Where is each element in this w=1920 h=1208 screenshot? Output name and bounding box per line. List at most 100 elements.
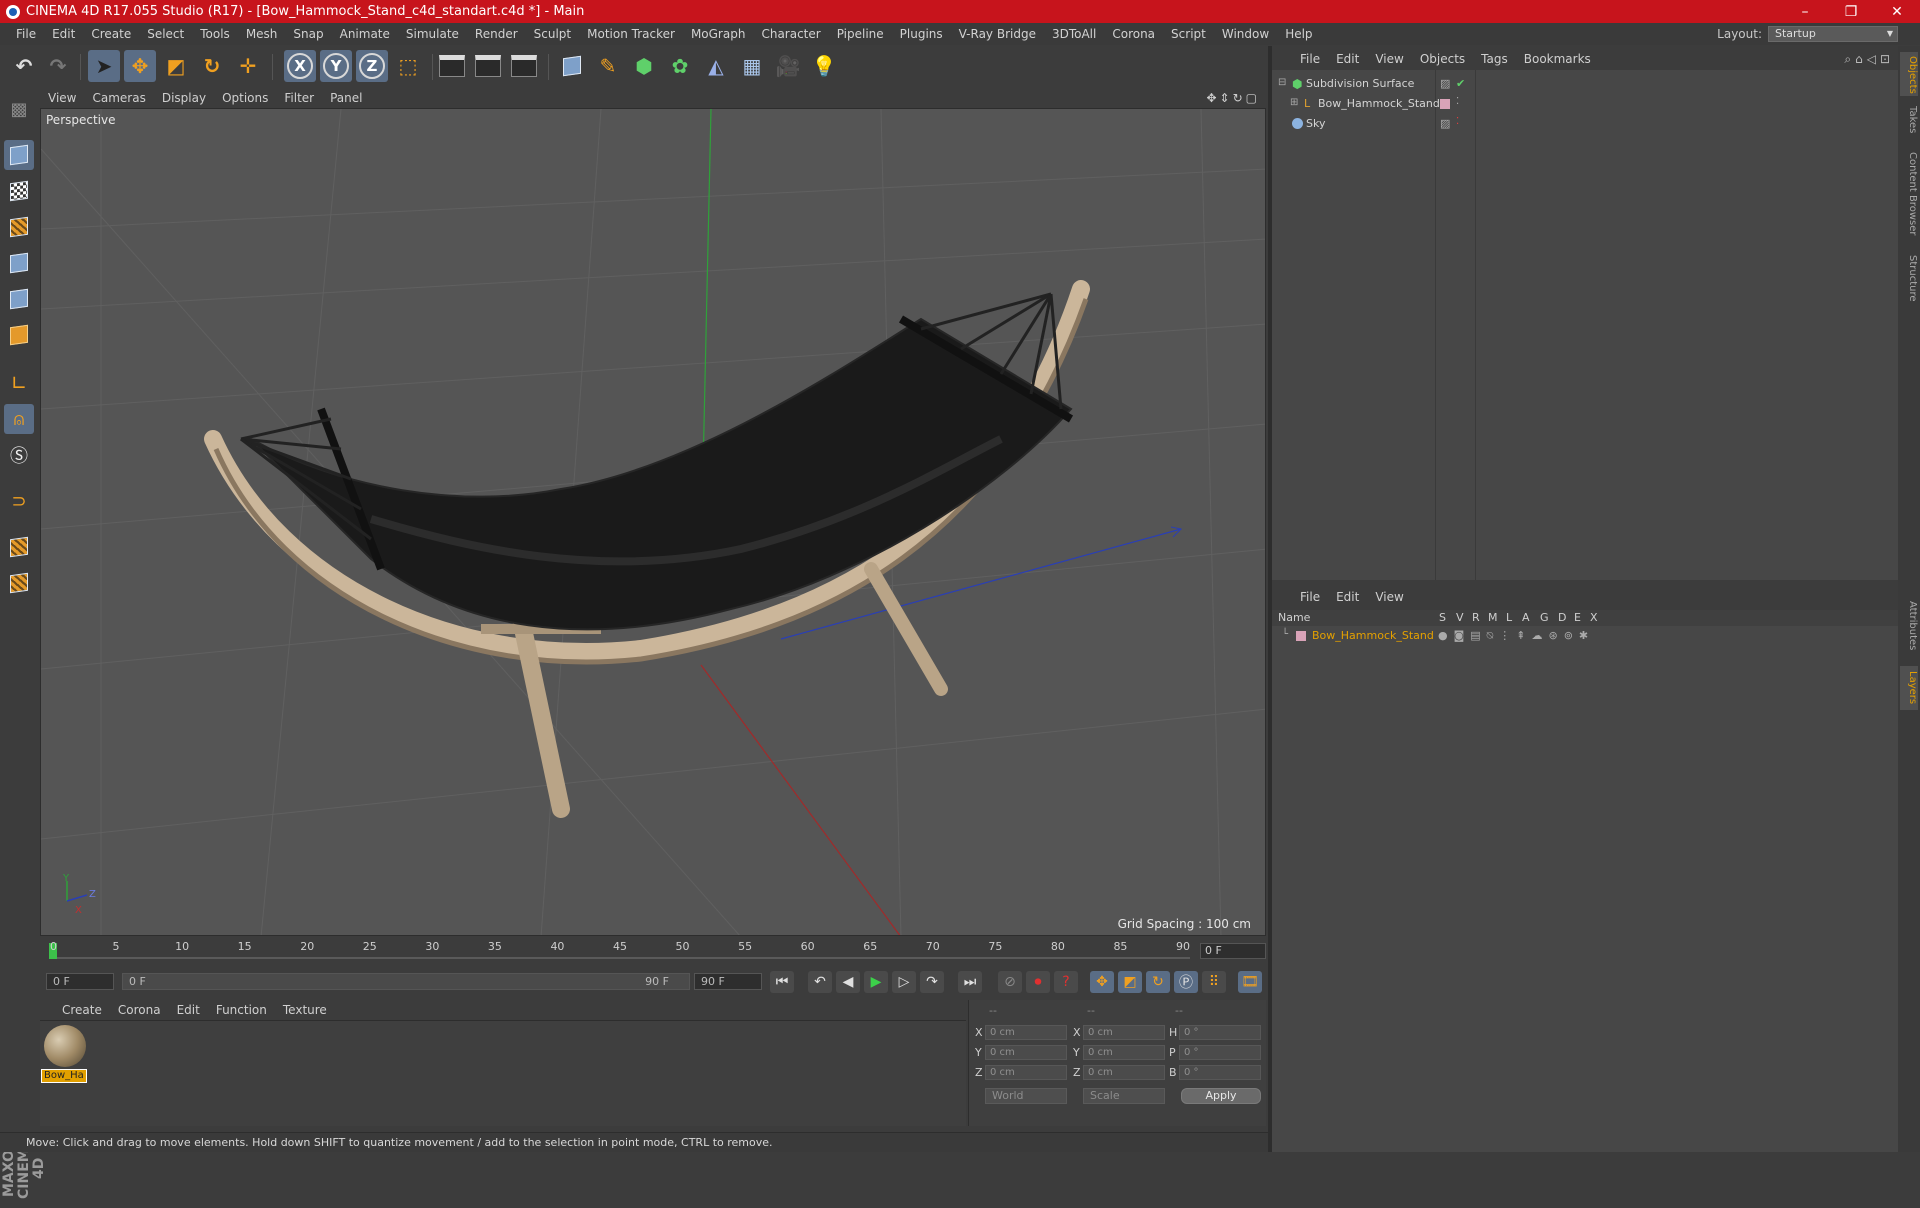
menu-pipeline[interactable]: Pipeline <box>829 27 892 41</box>
add-light-button[interactable]: 💡 <box>808 50 840 82</box>
collapse-icon[interactable]: ⊟ <box>1278 77 1286 88</box>
lock-z-axis-button[interactable]: Z <box>356 50 388 82</box>
render-picture-viewer-button[interactable] <box>472 50 504 82</box>
menu-create[interactable]: Create <box>83 27 139 41</box>
autokeying-button[interactable]: ? <box>1054 971 1078 993</box>
perspective-viewport[interactable]: Perspective Y Z X Grid Spacing : 100 cm <box>40 108 1266 936</box>
go-to-previous-key-button[interactable]: ↶ <box>808 971 832 993</box>
size-y-field[interactable]: 0 cm <box>1083 1045 1165 1060</box>
viewport-menu-panel[interactable]: Panel <box>322 91 370 105</box>
position-z-field[interactable]: 0 cm <box>985 1065 1067 1080</box>
model-mode-button[interactable] <box>4 140 34 170</box>
end-frame-field[interactable]: 90 F <box>694 973 762 990</box>
texture-mode-button[interactable] <box>4 176 34 206</box>
size-mode-dropdown[interactable]: Scale <box>1083 1088 1165 1104</box>
add-deformer-button[interactable]: ◭ <box>700 50 732 82</box>
lock-workplane-button[interactable] <box>4 532 34 562</box>
tab-takes[interactable]: Takes <box>1900 100 1918 140</box>
add-cube-button[interactable] <box>556 50 588 82</box>
menu-sculpt[interactable]: Sculpt <box>526 27 579 41</box>
menu-mograph[interactable]: MoGraph <box>683 27 754 41</box>
render-view-button[interactable] <box>436 50 468 82</box>
axis-mode-button[interactable]: ∟ <box>4 368 34 398</box>
coordinate-space-dropdown[interactable]: World <box>985 1088 1067 1104</box>
menu-motion-tracker[interactable]: Motion Tracker <box>579 27 683 41</box>
material-menu-function[interactable]: Function <box>208 1003 275 1017</box>
menu-plugins[interactable]: Plugins <box>892 27 951 41</box>
viewport-menu-filter[interactable]: Filter <box>276 91 322 105</box>
tab-objects[interactable]: Objects <box>1900 52 1918 96</box>
viewport-navigation-icons[interactable]: ✥⇕↻▢ <box>1206 91 1266 105</box>
undo-button[interactable]: ↶ <box>8 50 40 82</box>
material-menu-texture[interactable]: Texture <box>275 1003 335 1017</box>
object-row-sky[interactable]: Sky ▨ ⁚ <box>1272 114 1898 134</box>
snap-button[interactable]: ⊃ <box>4 486 34 516</box>
add-spline-button[interactable]: ✎ <box>592 50 624 82</box>
menu-mesh[interactable]: Mesh <box>238 27 286 41</box>
layer-color-swatch[interactable] <box>1440 99 1450 109</box>
tab-layers[interactable]: Layers <box>1900 666 1918 710</box>
edges-mode-button[interactable] <box>4 284 34 314</box>
timeline-window-button[interactable]: 🎞 <box>1238 971 1262 993</box>
rotation-h-field[interactable]: 0 ° <box>1179 1025 1261 1040</box>
go-to-end-button[interactable]: ⏭ <box>958 971 982 993</box>
apply-button[interactable]: Apply <box>1181 1088 1261 1104</box>
menu-simulate[interactable]: Simulate <box>398 27 467 41</box>
go-to-start-button[interactable]: ⏮ <box>770 971 794 993</box>
rotation-b-field[interactable]: 0 ° <box>1179 1065 1261 1080</box>
menu-3dtoall[interactable]: 3DToAll <box>1044 27 1104 41</box>
timeline-ruler[interactable]: 0 5 10 15 20 25 30 35 40 45 50 55 60 65 70 75 80 85 90 <box>40 938 1266 964</box>
objects-menu-view[interactable]: View <box>1367 52 1411 66</box>
make-editable-button[interactable]: ▩ <box>4 94 34 124</box>
menu-file[interactable]: File <box>8 27 44 41</box>
layers-menu-edit[interactable]: Edit <box>1328 590 1367 604</box>
objects-menu-objects[interactable]: Objects <box>1412 52 1473 66</box>
record-active-objects-button[interactable]: ⏺ <box>1026 971 1050 993</box>
viewport-menu-cameras[interactable]: Cameras <box>84 91 153 105</box>
material-swatch[interactable]: Bow_Ha <box>40 1021 90 1087</box>
layer-switch-icons[interactable]: ●◙▤⍉⋮⇞☁⊛⊚✱ <box>1438 629 1594 643</box>
menu-tools[interactable]: Tools <box>192 27 238 41</box>
material-menu-create[interactable]: Create <box>54 1003 110 1017</box>
add-camera-button[interactable]: 🎥 <box>772 50 804 82</box>
viewport-menu-options[interactable]: Options <box>214 91 276 105</box>
enabled-check-icon[interactable]: ✔ <box>1456 77 1465 90</box>
objects-menu-file[interactable]: File <box>1292 52 1328 66</box>
solo-mode-button[interactable]: Ⓢ <box>4 440 34 470</box>
add-environment-button[interactable]: ▦ <box>736 50 768 82</box>
next-frame-button[interactable]: ▷ <box>892 971 916 993</box>
menu-corona[interactable]: Corona <box>1104 27 1163 41</box>
position-y-field[interactable]: 0 cm <box>985 1045 1067 1060</box>
menu-snap[interactable]: Snap <box>285 27 331 41</box>
lock-y-axis-button[interactable]: Y <box>320 50 352 82</box>
key-pla-toggle[interactable]: ⠿ <box>1202 971 1226 993</box>
viewport-menu-view[interactable]: View <box>40 91 84 105</box>
rotation-p-field[interactable]: 0 ° <box>1179 1045 1261 1060</box>
layout-dropdown[interactable]: Startup <box>1768 26 1898 42</box>
tab-content-browser[interactable]: Content Browser <box>1900 144 1918 244</box>
menu-script[interactable]: Script <box>1163 27 1214 41</box>
menu-edit[interactable]: Edit <box>44 27 83 41</box>
menu-render[interactable]: Render <box>467 27 526 41</box>
planar-workplane-button[interactable] <box>4 568 34 598</box>
size-z-field[interactable]: 0 cm <box>1083 1065 1165 1080</box>
minimize-button[interactable]: – <box>1782 4 1828 20</box>
menu-animate[interactable]: Animate <box>332 27 398 41</box>
expand-icon[interactable]: ⊞ <box>1290 97 1298 108</box>
tweak-mode-button[interactable]: ⍝ <box>4 404 34 434</box>
viewport-menu-display[interactable]: Display <box>154 91 214 105</box>
rotate-tool-button[interactable]: ↻ <box>196 50 228 82</box>
menu-help[interactable]: Help <box>1277 27 1320 41</box>
layers-menu-view[interactable]: View <box>1367 590 1411 604</box>
menu-select[interactable]: Select <box>139 27 192 41</box>
points-mode-button[interactable] <box>4 248 34 278</box>
lock-x-axis-button[interactable]: X <box>284 50 316 82</box>
menu-window[interactable]: Window <box>1214 27 1277 41</box>
polygons-mode-button[interactable] <box>4 320 34 350</box>
tab-structure[interactable]: Structure <box>1900 248 1918 308</box>
key-parameter-toggle[interactable]: Ⓟ <box>1174 971 1198 993</box>
play-button[interactable]: ▶ <box>864 971 888 993</box>
workplane-mode-button[interactable] <box>4 212 34 242</box>
key-scale-toggle[interactable]: ◩ <box>1118 971 1142 993</box>
previous-frame-button[interactable]: ◀ <box>836 971 860 993</box>
